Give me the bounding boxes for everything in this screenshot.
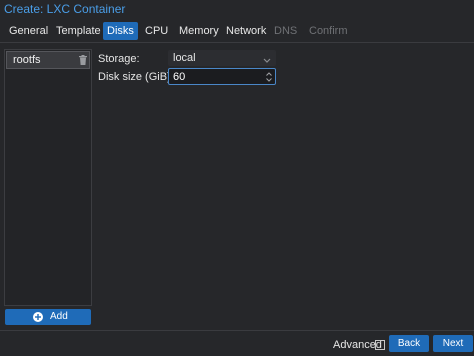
add-button-label: Add	[50, 311, 68, 322]
disk-list: rootfs	[4, 49, 92, 306]
tab-cpu[interactable]: CPU	[141, 22, 172, 40]
title-bar: Create: LXC Container	[0, 0, 474, 19]
storage-label: Storage:	[98, 53, 140, 65]
tab-dns: DNS	[274, 25, 298, 37]
chevron-down-icon	[263, 55, 271, 63]
dialog-title: Create: LXC Container	[4, 2, 126, 16]
tab-network[interactable]: Network	[222, 22, 270, 40]
tab-divider	[0, 42, 474, 43]
storage-select[interactable]: local	[168, 50, 276, 66]
tab-disks[interactable]: Disks	[103, 22, 138, 40]
add-disk-button[interactable]: Add	[5, 309, 91, 325]
tab-confirm: Confirm	[309, 25, 348, 37]
disk-item-label: rootfs	[13, 54, 41, 66]
next-button[interactable]: Next	[433, 335, 473, 352]
back-button[interactable]: Back	[389, 335, 429, 352]
disk-size-label: Disk size (GiB):	[98, 71, 174, 83]
tab-memory[interactable]: Memory	[175, 22, 223, 40]
disk-item-rootfs[interactable]: rootfs	[6, 51, 90, 69]
storage-value: local	[173, 52, 196, 64]
plus-circle-icon	[33, 312, 43, 322]
lxc-create-dialog: Create: LXC Container General Template D…	[0, 0, 474, 356]
trash-icon[interactable]	[79, 55, 87, 65]
disk-size-value: 60	[173, 71, 186, 83]
footer-divider	[0, 330, 474, 331]
advanced-checkbox[interactable]	[375, 340, 385, 350]
tab-general[interactable]: General	[5, 22, 52, 40]
tab-template[interactable]: Template	[52, 22, 105, 40]
disk-size-input[interactable]: 60	[168, 68, 276, 85]
tab-bar: General Template Disks CPU Memory Networ…	[0, 22, 474, 42]
spinner-arrows-icon[interactable]	[266, 72, 272, 82]
